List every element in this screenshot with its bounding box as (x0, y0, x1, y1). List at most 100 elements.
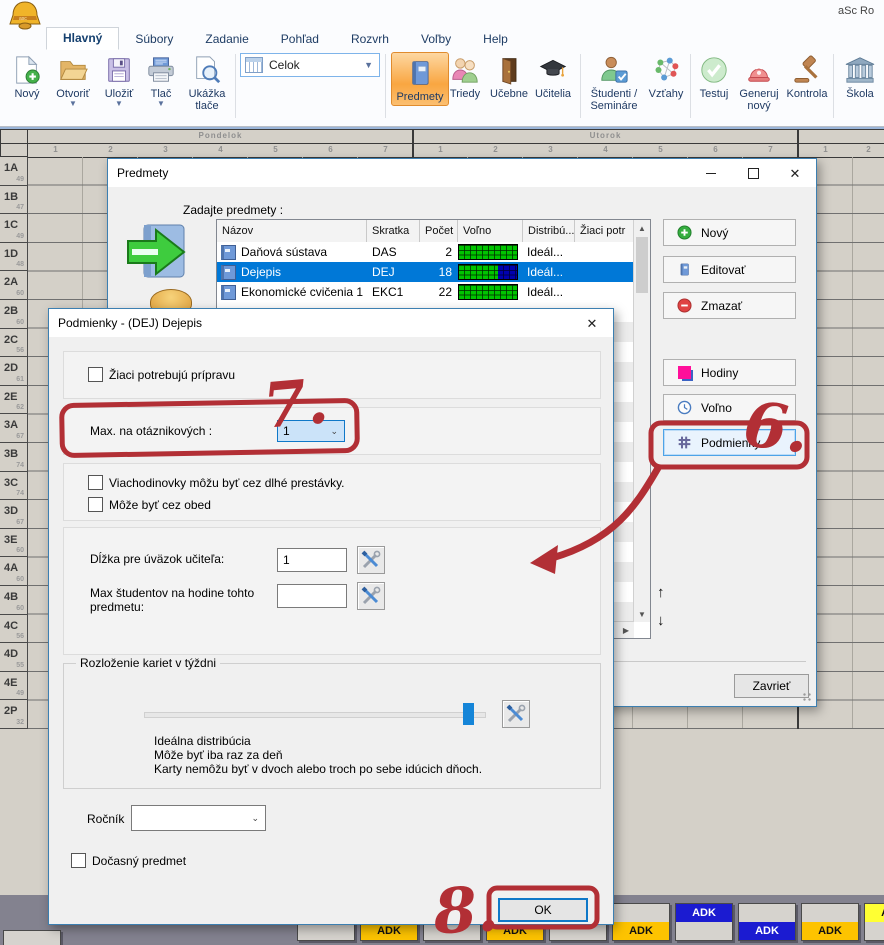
priprava-checkbox-row[interactable]: Žiaci potrebujú prípravu (88, 367, 235, 382)
volno-grid (458, 244, 518, 260)
close-button[interactable]: ✕ (571, 309, 613, 337)
timetable-card[interactable] (3, 930, 61, 945)
chevron-down-icon[interactable]: ⌄ (251, 813, 265, 824)
predmety-titlebar[interactable]: Predmety ✕ (108, 159, 816, 187)
ok-button[interactable]: OK (498, 898, 588, 922)
col-nazov[interactable]: Názov (217, 220, 367, 242)
scroll-up-icon[interactable]: ▲ (634, 220, 650, 236)
editovat-button[interactable]: Editovať (663, 256, 796, 283)
generuj-button[interactable]: Generuj nový (735, 52, 783, 112)
slider-handle[interactable] (463, 703, 474, 725)
subjects-big-icon (126, 221, 188, 288)
predmety-button[interactable]: Predmety (391, 52, 449, 106)
period-header: 7 (743, 145, 798, 154)
kontrola-button[interactable]: Kontrola (784, 52, 830, 100)
col-skratka[interactable]: Skratka (367, 220, 420, 242)
tab-rozvrh[interactable]: Rozvrh (335, 29, 405, 50)
priprava-group: Žiaci potrebujú prípravu (63, 351, 601, 399)
dropdown-arrow-icon[interactable]: ▼ (142, 100, 180, 108)
period-header: 1 (28, 145, 83, 154)
timetable-card[interactable]: ADK (864, 903, 884, 941)
class-row-label: 2C56 (0, 329, 28, 358)
col-volno[interactable]: Voľno (458, 220, 523, 242)
close-icon: ✕ (587, 317, 598, 330)
obed-checkbox-row[interactable]: Môže byť cez obed (88, 497, 211, 512)
resize-grip[interactable] (802, 692, 812, 702)
chevron-down-icon[interactable]: ▼ (364, 60, 379, 70)
scroll-down-icon[interactable]: ▼ (634, 606, 650, 622)
dlzka-input[interactable]: 1 (277, 548, 347, 572)
triedy-button[interactable]: Triedy (445, 52, 485, 100)
print-preview-button[interactable]: Ukážka tlače (182, 52, 232, 112)
max-otaznik-combo[interactable]: 1 ⌄ (277, 420, 345, 442)
class-row-label: 3E60 (0, 529, 28, 558)
novy-button[interactable]: Nový (663, 219, 796, 246)
checkbox-icon[interactable] (88, 497, 103, 512)
relations-graph-icon (645, 52, 687, 88)
max-studentov-tools-button[interactable] (357, 582, 385, 610)
dropdown-arrow-icon[interactable]: ▼ (50, 100, 96, 108)
ucitelia-button[interactable]: Učitelia (531, 52, 575, 100)
timetable-card[interactable]: ADK (738, 903, 796, 941)
maximize-button[interactable] (732, 159, 774, 187)
podmienky-button[interactable]: Podmienky (663, 429, 796, 456)
podmienky-titlebar[interactable]: Podmienky - (DEJ) Dejepis ✕ (49, 309, 613, 337)
col-ziaci[interactable]: Žiaci potr (575, 220, 634, 242)
open-button[interactable]: Otvoriť ▼ (50, 52, 96, 108)
timetable-card[interactable]: ADK (675, 903, 733, 941)
subject-row[interactable]: Daňová sústava DAS 2 Ideál... (217, 242, 634, 262)
dlzka-tools-button[interactable] (357, 546, 385, 574)
period-header: 3 (523, 145, 578, 154)
new-button[interactable]: Nový (6, 52, 48, 100)
tab-pohľad[interactable]: Pohľad (265, 29, 335, 50)
class-row-label: 1C49 (0, 214, 28, 243)
distribution-slider[interactable] (144, 712, 486, 718)
col-distrib[interactable]: Distribú... (523, 220, 575, 242)
rocnik-combo[interactable]: ⌄ (131, 805, 266, 831)
toolbar-separator (833, 54, 834, 118)
zavriet-button[interactable]: Zavrieť (734, 674, 809, 698)
vertical-scrollbar[interactable]: ▲ ▼ (633, 220, 650, 622)
tab-zadanie[interactable]: Zadanie (189, 29, 264, 50)
period-header: 2 (83, 145, 138, 154)
ucebne-button[interactable]: Učebne (487, 52, 531, 100)
vztahy-button[interactable]: Vzťahy (645, 52, 687, 100)
docasny-checkbox-row[interactable]: Dočasný predmet (71, 853, 186, 868)
chevron-down-icon[interactable]: ⌄ (330, 426, 344, 437)
tab-voľby[interactable]: Voľby (405, 29, 467, 50)
period-header: 4 (193, 145, 248, 154)
max-studentov-label: Max študentov na hodine tohto predmetu: (90, 586, 260, 614)
zmazat-button[interactable]: Zmazať (663, 292, 796, 319)
subject-book-icon (221, 265, 236, 280)
save-button[interactable]: Uložiť ▼ (98, 52, 140, 108)
scrollbar-thumb[interactable] (636, 237, 648, 293)
app-logo-bell-icon[interactable]: asc (6, 0, 44, 35)
timetable-card[interactable]: ADK (612, 903, 670, 941)
view-selector-combo[interactable]: Celok ▼ (240, 53, 380, 77)
subject-row[interactable]: Ekonomické cvičenia 1 EKC1 22 Ideál... (217, 282, 634, 302)
testuj-button[interactable]: Testuj (694, 52, 734, 100)
checkbox-icon[interactable] (88, 475, 103, 490)
tab-súbory[interactable]: Súbory (119, 29, 189, 50)
volno-button[interactable]: Voľno (663, 394, 796, 421)
tab-hlavný[interactable]: Hlavný (46, 27, 119, 50)
col-pocet[interactable]: Počet (420, 220, 458, 242)
tab-help[interactable]: Help (467, 29, 524, 50)
minimize-button[interactable] (690, 159, 732, 187)
studenti-button[interactable]: Študenti / Semináre (585, 52, 643, 112)
move-down-icon[interactable]: ↓ (657, 612, 665, 629)
close-button[interactable]: ✕ (774, 159, 816, 187)
print-button[interactable]: Tlač ▼ (142, 52, 180, 108)
viachodinovky-checkbox-row[interactable]: Viachodinovky môžu byť cez dlhé prestávk… (88, 475, 345, 490)
move-up-icon[interactable]: ↑ (657, 584, 665, 601)
subject-row[interactable]: Dejepis DEJ 18 Ideál... (217, 262, 634, 282)
checkbox-icon[interactable] (71, 853, 86, 868)
rozlozenie-tools-button[interactable] (502, 700, 530, 728)
scroll-right-icon[interactable]: ▶ (618, 622, 634, 638)
hodiny-button[interactable]: Hodiny (663, 359, 796, 386)
skola-button[interactable]: Škola (838, 52, 882, 100)
checkbox-icon[interactable] (88, 367, 103, 382)
dropdown-arrow-icon[interactable]: ▼ (98, 100, 140, 108)
timetable-card[interactable]: ADK (801, 903, 859, 941)
max-studentov-input[interactable] (277, 584, 347, 608)
